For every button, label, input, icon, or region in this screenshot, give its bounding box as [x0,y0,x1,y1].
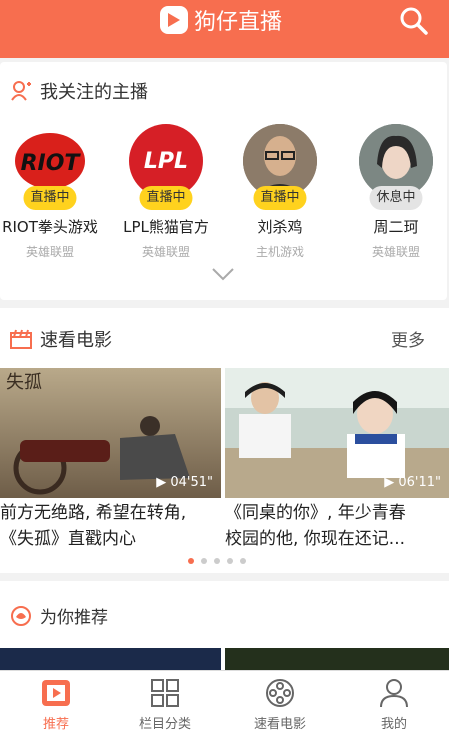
status-badge: 直播中 [253,186,307,210]
movie-thumbnail[interactable]: ▶ 06'11" [225,368,449,498]
streamer-category: 英雄联盟 [371,245,420,259]
tab-label: 推荐 [42,717,69,732]
recommend-thumbnail[interactable] [0,648,221,672]
streamer-name: 刘杀鸡 [257,218,303,236]
movie-clapper-icon [10,329,32,349]
movie-thumbnail[interactable]: 失孤 ▶ 04'51" [0,368,221,498]
grid-icon [151,679,179,707]
streamer-category: 英雄联盟 [141,245,190,259]
streamer-category: 英雄联盟 [25,245,74,259]
followed-section-header: 我关注的主播 [10,78,148,104]
app-title: 狗仔直播 [194,10,283,35]
more-link[interactable]: 更多 [391,326,425,351]
movie-poster-title: 失孤 [6,372,42,393]
user-follow-icon [11,81,31,101]
quick-movies-card: 速看电影 更多 失孤 ▶ 04'51" 前方无绝路, 希望在转角, 《失孤》直戳… [0,308,449,573]
tab-quick-movies[interactable]: 速看电影 [224,671,336,733]
tab-recommend[interactable]: 推荐 [0,671,112,733]
followed-streamers-card: 我关注的主播 RIOT 直播中 RIOT拳头游戏 英雄联盟 LPL 直播中 LP… [0,62,447,300]
play-screen-icon [42,680,70,706]
chevron-down-icon[interactable] [211,266,235,282]
streamer-name: RIOT拳头游戏 [2,218,98,236]
recommend-icon [11,605,31,626]
movies-section-header: 速看电影 [10,326,112,352]
movie-caption[interactable]: 《同桌的你》, 年少青春 校园的他, 你现在还记... [225,500,445,552]
movie-duration: ▶ 06'11" [384,475,441,490]
caption-line: 《同桌的你》, 年少青春 [225,503,406,523]
streamer-name: 周二珂 [373,218,419,236]
recommend-section-header: 为你推荐 [10,603,108,628]
streamer-list: RIOT 直播中 RIOT拳头游戏 英雄联盟 LPL 直播中 LPL熊猫官方 英… [0,124,449,274]
status-badge: 休息中 [369,186,423,210]
status-badge: 直播中 [23,186,77,210]
bottom-tab-bar: 推荐 栏目分类 速看电影 我的 [0,670,449,733]
streamer-category: 主机游戏 [255,245,304,259]
carousel-dot[interactable] [227,558,233,564]
streamer-item[interactable]: RIOT 直播中 RIOT拳头游戏 英雄联盟 [0,124,106,260]
tab-label: 栏目分类 [138,717,191,732]
status-badge: 直播中 [139,186,193,210]
app-brand: 狗仔直播 [160,0,282,40]
carousel-indicator [188,558,246,564]
tab-me[interactable]: 我的 [338,671,449,733]
movie-caption[interactable]: 前方无绝路, 希望在转角, 《失孤》直戳内心 [0,500,220,552]
section-title: 速看电影 [40,330,112,351]
recommend-thumbnail[interactable] [225,648,449,672]
carousel-dot[interactable] [188,558,194,564]
avatar-logo-text: LPL [144,149,188,174]
tab-categories[interactable]: 栏目分类 [109,671,221,733]
caption-line: 校园的他, 你现在还记... [225,529,406,549]
caption-line: 《失孤》直戳内心 [0,529,136,549]
carousel-dot[interactable] [240,558,246,564]
tab-label: 速看电影 [253,717,306,732]
avatar-logo-text: RIOT [21,151,82,176]
streamer-item[interactable]: 休息中 周二珂 英雄联盟 [340,124,449,260]
tab-label: 我的 [380,717,407,732]
recommend-card: 为你推荐 [0,581,449,672]
search-icon[interactable] [399,6,429,36]
section-title: 我关注的主播 [40,82,148,103]
streamer-name: LPL熊猫官方 [123,218,209,236]
app-logo-icon [160,6,188,34]
carousel-dot[interactable] [201,558,207,564]
movie-duration: ▶ 04'51" [156,475,213,490]
app-header: 狗仔直播 [0,0,449,58]
user-icon [380,679,408,708]
section-title: 为你推荐 [40,608,108,628]
streamer-item[interactable]: LPL 直播中 LPL熊猫官方 英雄联盟 [110,124,222,260]
film-reel-icon [266,679,294,707]
streamer-item[interactable]: 直播中 刘杀鸡 主机游戏 [224,124,336,260]
caption-line: 前方无绝路, 希望在转角, [0,503,187,523]
carousel-dot[interactable] [214,558,220,564]
